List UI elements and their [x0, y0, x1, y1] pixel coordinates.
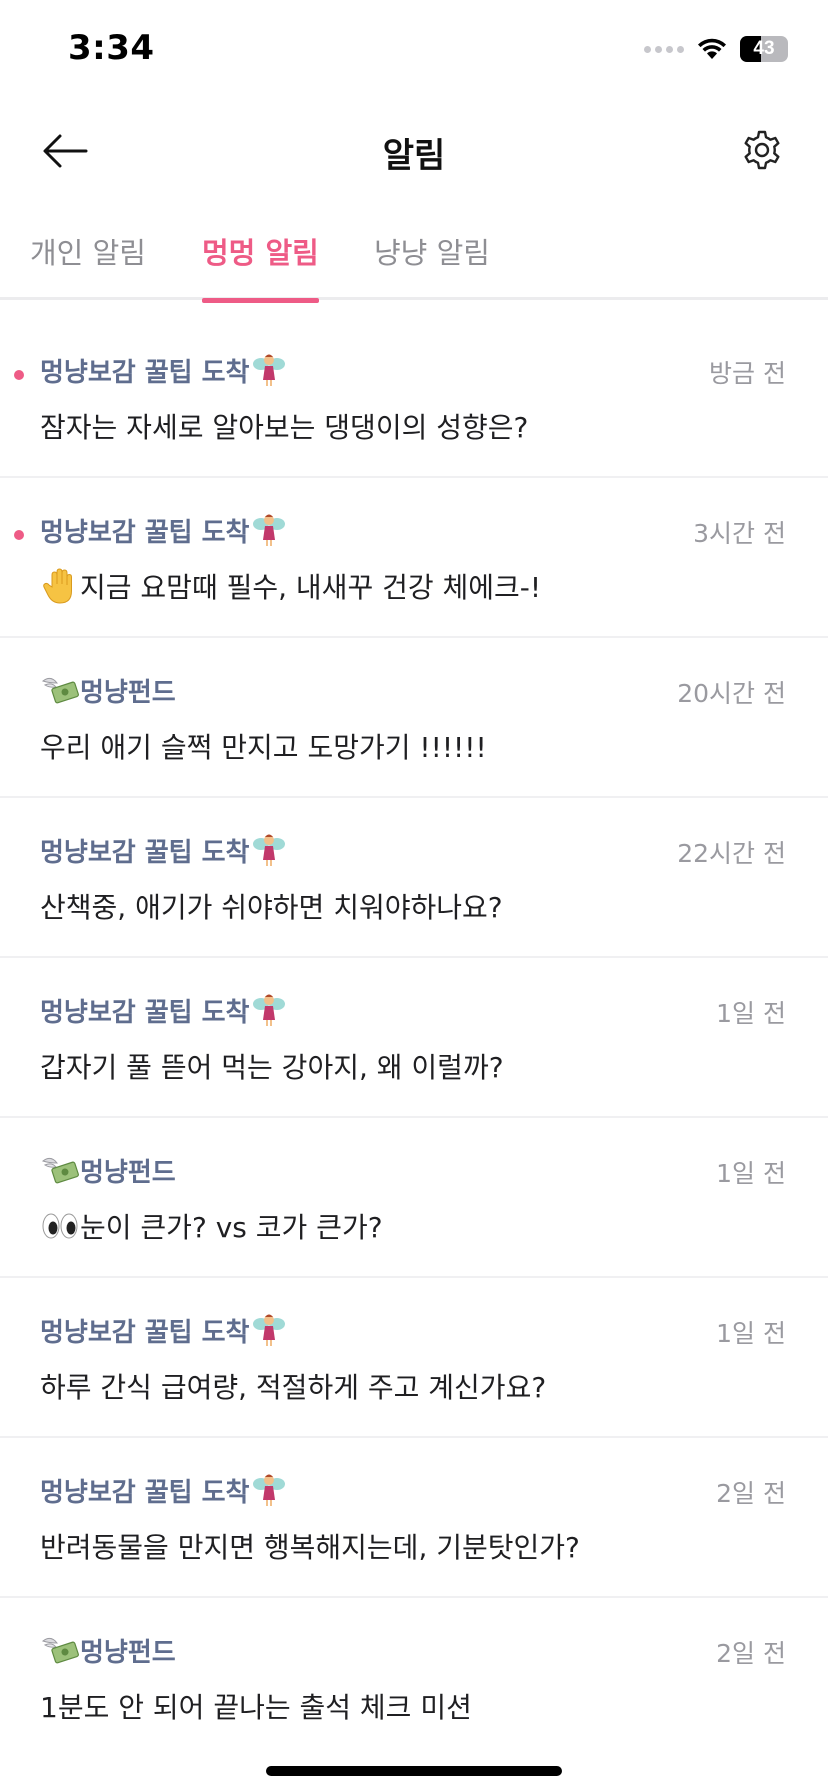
unread-dot: [14, 530, 24, 540]
fairy-icon: [249, 510, 289, 550]
sender-label: 멍냥펀드: [80, 677, 176, 708]
notification-sender: 멍냥보감 꿀팁 도착: [40, 1470, 289, 1510]
sender-label: 멍냥보감 꿀팁 도착: [40, 1317, 250, 1348]
notification-sender: 멍냥보감 꿀팁 도착: [40, 350, 289, 390]
notification-time: 1일 전: [716, 1319, 786, 1348]
notification-time: 1일 전: [716, 1159, 786, 1188]
notification-time: 방금 전: [709, 359, 786, 388]
home-indicator[interactable]: [266, 1766, 562, 1776]
notification-item[interactable]: 멍냥보감 꿀팁 도착 1일 전 하루 간식 급여량, 적절하게 주고 계신가요?: [0, 1278, 828, 1438]
sender-label: 멍냥보감 꿀팁 도착: [40, 1477, 250, 1508]
notification-item[interactable]: 멍냥보감 꿀팁 도착 2일 전 반려동물을 만지면 행복해지는데, 기분탓인가?: [0, 1438, 828, 1598]
notification-message: 산책중, 애기가 쉬야하면 치워야하나요?: [40, 886, 503, 926]
notification-time: 20시간 전: [677, 679, 786, 708]
notification-item[interactable]: 멍냥보감 꿀팁 도착 1일 전 갑자기 풀 뜯어 먹는 강아지, 왜 이럴까?: [0, 958, 828, 1118]
notification-sender: 멍냥보감 꿀팁 도착: [40, 510, 289, 550]
eyes-icon: [40, 1206, 80, 1246]
settings-button[interactable]: [738, 126, 786, 174]
notification-message: 반려동물을 만지면 행복해지는데, 기분탓인가?: [40, 1526, 580, 1566]
notification-message: 1분도 안 되어 끝나는 출석 체크 미션: [40, 1686, 472, 1726]
nav-bar: 알림: [0, 100, 828, 200]
active-tab-indicator: [202, 298, 319, 303]
notification-time: 2일 전: [716, 1479, 786, 1508]
notification-message: 우리 애기 슬쩍 만지고 도망가기 !!!!!!: [40, 726, 487, 766]
fairy-icon: [249, 830, 289, 870]
message-text: 잠자는 자세로 알아보는 댕댕이의 성향은?: [40, 411, 529, 444]
message-text: 1분도 안 되어 끝나는 출석 체크 미션: [40, 1691, 472, 1724]
message-text: 우리 애기 슬쩍 만지고 도망가기 !!!!!!: [40, 731, 487, 764]
status-time: 3:34: [68, 28, 155, 68]
wifi-icon: [698, 38, 726, 59]
fairy-icon: [249, 1470, 289, 1510]
sender-label: 멍냥보감 꿀팁 도착: [40, 997, 250, 1028]
notification-sender: 멍냥펀드: [40, 1630, 176, 1670]
notification-sender: 멍냥펀드: [40, 1150, 176, 1190]
notification-sender: 멍냥보감 꿀팁 도착: [40, 830, 289, 870]
cellular-signal-icon: [644, 45, 684, 53]
fairy-icon: [249, 350, 289, 390]
notification-item[interactable]: 멍냥보감 꿀팁 도착 방금 전 잠자는 자세로 알아보는 댕댕이의 성향은?: [0, 318, 828, 478]
sender-label: 멍냥보감 꿀팁 도착: [40, 837, 250, 868]
tab-label: 멍멍 알림: [202, 236, 319, 270]
notification-message: 하루 간식 급여량, 적절하게 주고 계신가요?: [40, 1366, 546, 1406]
status-bar: 3:34 43: [0, 0, 828, 100]
money-wings-icon: [40, 1150, 80, 1190]
tab-personal[interactable]: 개인 알림: [30, 230, 146, 298]
message-text: 눈이 큰가? vs 코가 큰가?: [80, 1211, 383, 1244]
notification-message: 잠자는 자세로 알아보는 댕댕이의 성향은?: [40, 406, 528, 446]
raised-hand-icon: [40, 566, 80, 606]
fairy-icon: [249, 1310, 289, 1350]
notification-item[interactable]: 멍냥보감 꿀팁 도착 3시간 전 지금 요맘때 필수, 내새꾸 건강 체에크-!: [0, 478, 828, 638]
page-title: 알림: [382, 136, 446, 176]
notification-item[interactable]: 멍냥보감 꿀팁 도착 22시간 전 산책중, 애기가 쉬야하면 치워야하나요?: [0, 798, 828, 958]
fairy-icon: [249, 990, 289, 1030]
notification-item[interactable]: 멍냥펀드 20시간 전 우리 애기 슬쩍 만지고 도망가기 !!!!!!: [0, 638, 828, 798]
notification-message: 눈이 큰가? vs 코가 큰가?: [40, 1206, 383, 1246]
status-icons: 43: [644, 34, 788, 64]
money-wings-icon: [40, 670, 80, 710]
tab-cat[interactable]: 냥냥 알림: [374, 230, 490, 298]
notification-list: 멍냥보감 꿀팁 도착 방금 전 잠자는 자세로 알아보는 댕댕이의 성향은? 멍…: [0, 318, 828, 1758]
gear-icon: [744, 130, 780, 170]
sender-label: 멍냥보감 꿀팁 도착: [40, 517, 250, 548]
sender-label: 멍냥펀드: [80, 1157, 176, 1188]
notification-item[interactable]: 멍냥펀드 2일 전 1분도 안 되어 끝나는 출석 체크 미션: [0, 1598, 828, 1758]
tab-label: 냥냥 알림: [374, 236, 490, 270]
notification-item[interactable]: 멍냥펀드 1일 전 눈이 큰가? vs 코가 큰가?: [0, 1118, 828, 1278]
message-text: 갑자기 풀 뜯어 먹는 강아지, 왜 이럴까?: [40, 1051, 504, 1084]
notification-time: 3시간 전: [693, 519, 786, 548]
sender-label: 멍냥보감 꿀팁 도착: [40, 357, 250, 388]
notification-time: 22시간 전: [677, 839, 786, 868]
unread-dot: [14, 370, 24, 380]
message-text: 산책중, 애기가 쉬야하면 치워야하나요?: [40, 891, 503, 924]
tab-dog[interactable]: 멍멍 알림: [202, 230, 319, 303]
notification-sender: 멍냥보감 꿀팁 도착: [40, 990, 289, 1030]
notification-tabs: 개인 알림 멍멍 알림 냥냥 알림: [0, 216, 828, 303]
sender-label: 멍냥펀드: [80, 1637, 176, 1668]
message-text: 반려동물을 만지면 행복해지는데, 기분탓인가?: [40, 1531, 580, 1564]
notification-message: 갑자기 풀 뜯어 먹는 강아지, 왜 이럴까?: [40, 1046, 504, 1086]
notification-sender: 멍냥펀드: [40, 670, 176, 710]
tab-label: 개인 알림: [30, 236, 146, 270]
notification-time: 1일 전: [716, 999, 786, 1028]
message-text: 지금 요맘때 필수, 내새꾸 건강 체에크-!: [80, 571, 542, 604]
message-text: 하루 간식 급여량, 적절하게 주고 계신가요?: [40, 1371, 547, 1404]
battery-level: 43: [753, 38, 775, 59]
notification-time: 2일 전: [716, 1639, 786, 1668]
money-wings-icon: [40, 1630, 80, 1670]
battery-icon: 43: [740, 36, 788, 62]
notification-message: 지금 요맘때 필수, 내새꾸 건강 체에크-!: [40, 566, 541, 606]
notification-sender: 멍냥보감 꿀팁 도착: [40, 1310, 289, 1350]
